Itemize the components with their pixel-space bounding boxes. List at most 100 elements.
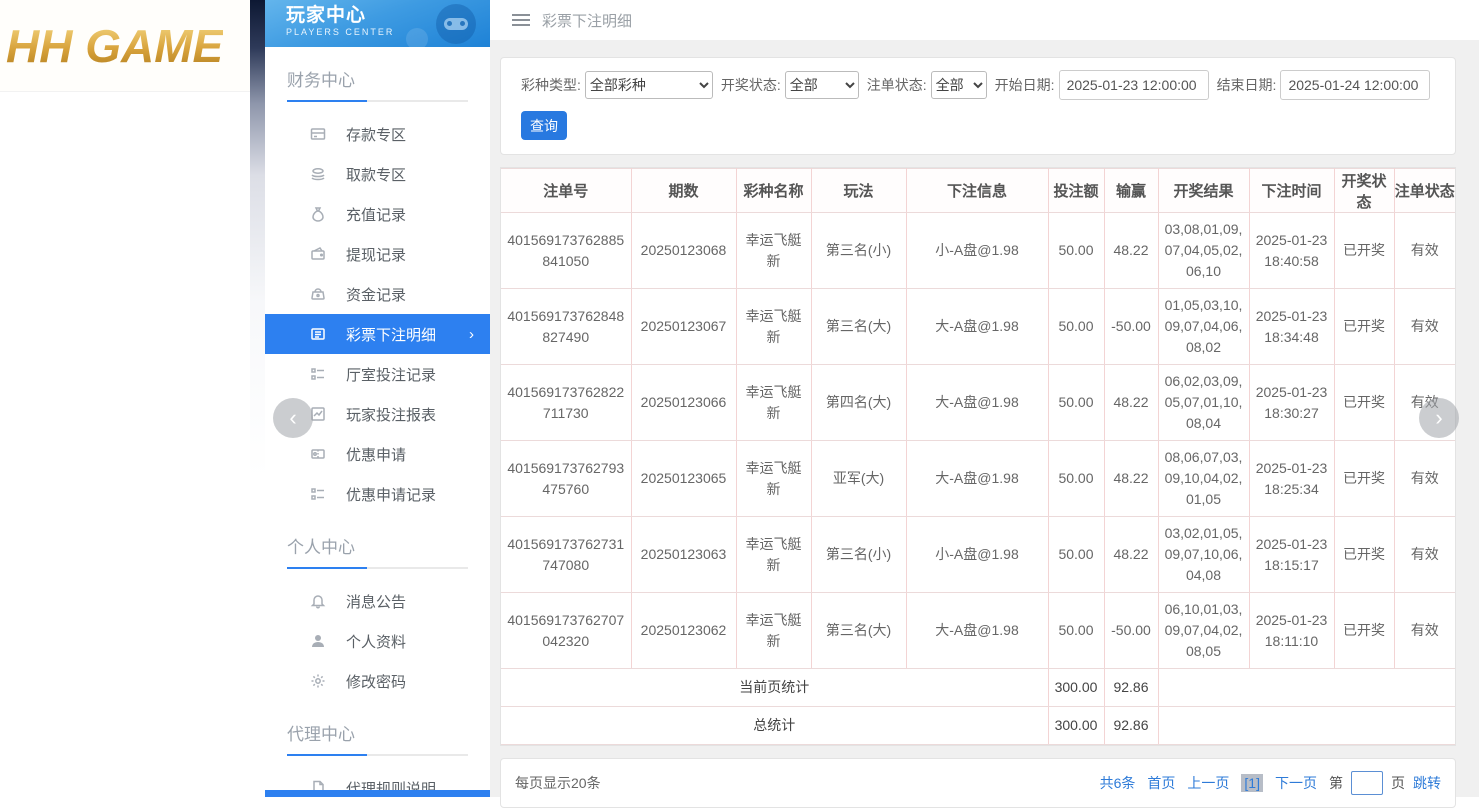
table-cell: 50.00	[1048, 517, 1104, 593]
table-cell: 20250123067	[631, 289, 736, 365]
table-cell: 03,08,01,09,07,04,05,02,06,10	[1158, 213, 1249, 289]
table-cell: 50.00	[1048, 593, 1104, 669]
section-personal-center: 个人中心	[287, 533, 468, 569]
bet-list-icon	[310, 326, 326, 342]
hamburger-menu-icon[interactable]	[512, 11, 530, 29]
lottery-type-select[interactable]: 全部彩种	[585, 71, 713, 99]
table-cell: 第三名(小)	[811, 517, 906, 593]
sidebar-item-hall-bet-records[interactable]: 厅室投注记录	[265, 354, 490, 394]
table-cell: 2025-01-23 18:34:48	[1249, 289, 1334, 365]
section-divider	[287, 100, 468, 102]
table-cell: 401569173762707042320	[501, 593, 631, 669]
table-cell: 48.22	[1104, 517, 1158, 593]
table-cell: 有效	[1394, 593, 1455, 669]
table-cell: 幸运飞艇新	[736, 517, 811, 593]
sidebar-item-change-password[interactable]: 修改密码	[265, 661, 490, 701]
table-cell: 大-A盘@1.98	[906, 289, 1048, 365]
table-cell: 08,06,07,03,09,10,04,02,01,05	[1158, 441, 1249, 517]
table-cell: 有效	[1394, 289, 1455, 365]
table-cell: 有效	[1394, 441, 1455, 517]
filter-panel: 彩种类型: 全部彩种 开奖状态: 全部 注单状态: 全部 开始日期: 结束日期:…	[500, 57, 1456, 155]
summary-winloss-total: 92.86	[1104, 707, 1158, 745]
section-agent-center: 代理中心	[287, 720, 468, 756]
table-cell: 已开奖	[1334, 365, 1394, 441]
page-jump-input[interactable]	[1351, 771, 1383, 795]
table-cell: 大-A盘@1.98	[906, 365, 1048, 441]
topbar: 彩票下注明细	[490, 0, 1479, 40]
moneybag-icon	[310, 206, 326, 222]
current-page-indicator: [1]	[1241, 774, 1263, 792]
summary-empty	[1158, 669, 1455, 707]
draw-status-select[interactable]: 全部	[785, 71, 859, 99]
main-content: 彩票下注明细 彩种类型: 全部彩种 开奖状态: 全部 注单状态: 全部 开始日期…	[490, 0, 1479, 797]
table-cell: 401569173762885841050	[501, 213, 631, 289]
sidebar-item-lottery-bet-details[interactable]: 彩票下注明细 ›	[265, 314, 490, 354]
withdraw-icon	[310, 166, 326, 182]
table-cell: 幸运飞艇新	[736, 593, 811, 669]
sidebar-item-label: 彩票下注明细	[346, 324, 436, 345]
col-header-play-type: 玩法	[811, 169, 906, 213]
sidebar-item-funds-records[interactable]: 资金记录	[265, 274, 490, 314]
table-cell: 幸运飞艇新	[736, 441, 811, 517]
wallet-icon	[310, 246, 326, 262]
summary-bet-total: 300.00	[1048, 707, 1104, 745]
sidebar-item-label: 消息公告	[346, 591, 406, 612]
collapse-left-arrow[interactable]: ‹	[273, 398, 313, 438]
table-cell: 50.00	[1048, 289, 1104, 365]
first-page-link[interactable]: 首页	[1147, 773, 1175, 793]
sidebar-item-label: 厅室投注记录	[346, 364, 436, 385]
table-cell: 已开奖	[1334, 517, 1394, 593]
table-cell: 20250123065	[631, 441, 736, 517]
expand-right-arrow[interactable]: ›	[1419, 398, 1459, 438]
table-cell: 50.00	[1048, 441, 1104, 517]
search-button[interactable]: 查询	[521, 111, 567, 140]
logo-panel: HH GAME	[0, 0, 250, 797]
table-row: 40156917376284882749020250123067幸运飞艇新第三名…	[501, 289, 1455, 365]
table-cell: 已开奖	[1334, 213, 1394, 289]
table-cell: 已开奖	[1334, 441, 1394, 517]
table-cell: 48.22	[1104, 365, 1158, 441]
checklist-icon	[310, 486, 326, 502]
summary-label: 总统计	[501, 707, 1048, 745]
table-cell: 401569173762793475760	[501, 441, 631, 517]
end-date-input[interactable]	[1280, 70, 1430, 100]
sidebar-item-withdraw-records[interactable]: 提现记录	[265, 234, 490, 274]
sidebar-item-recharge-records[interactable]: 充值记录	[265, 194, 490, 234]
section-label: 代理中心	[287, 720, 468, 745]
sidebar-item-withdraw-zone[interactable]: 取款专区	[265, 154, 490, 194]
sidebar-item-label: 个人资料	[346, 631, 406, 652]
jump-suffix-text: 页	[1391, 773, 1405, 793]
table-header-row: 注单号 期数 彩种名称 玩法 下注信息 投注额 输赢 开奖结果 下注时间 开奖状…	[501, 169, 1455, 213]
col-header-order-id: 注单号	[501, 169, 631, 213]
sidebar-item-promo-apply[interactable]: 优惠申请	[265, 434, 490, 474]
table-cell: 第三名(小)	[811, 213, 906, 289]
section-divider	[287, 754, 468, 756]
col-header-order-status: 注单状态	[1394, 169, 1455, 213]
next-page-link[interactable]: 下一页	[1275, 773, 1317, 793]
summary-winloss-total: 92.86	[1104, 669, 1158, 707]
col-header-draw-status: 开奖状态	[1334, 169, 1394, 213]
table-cell: 幸运飞艇新	[736, 213, 811, 289]
sidebar-item-message-announcements[interactable]: 消息公告	[265, 581, 490, 621]
table-cell: 48.22	[1104, 441, 1158, 517]
end-date-label: 结束日期:	[1217, 75, 1277, 95]
start-date-input[interactable]	[1059, 70, 1209, 100]
sidebar-item-promo-apply-records[interactable]: 优惠申请记录	[265, 474, 490, 514]
sidebar-item-deposit-zone[interactable]: 存款专区	[265, 114, 490, 154]
grand-total-summary-row: 总统计 300.00 92.86	[501, 707, 1455, 745]
table-cell: 亚军(大)	[811, 441, 906, 517]
order-status-select[interactable]: 全部	[931, 71, 987, 99]
current-page-summary-row: 当前页统计 300.00 92.86	[501, 669, 1455, 707]
sidebar-item-label: 修改密码	[346, 671, 406, 692]
draw-status-label: 开奖状态:	[721, 75, 781, 95]
section-finance-center: 财务中心	[287, 66, 468, 102]
table-row: 40156917376288584105020250123068幸运飞艇新第三名…	[501, 213, 1455, 289]
table-cell: 03,02,01,05,09,07,10,06,04,08	[1158, 517, 1249, 593]
sidebar-item-personal-profile[interactable]: 个人资料	[265, 621, 490, 661]
coupon-icon	[310, 446, 326, 462]
table-cell: 06,02,03,09,05,07,01,10,08,04	[1158, 365, 1249, 441]
prev-page-link[interactable]: 上一页	[1187, 773, 1229, 793]
jump-button[interactable]: 跳转	[1413, 773, 1441, 793]
purse-icon	[310, 286, 326, 302]
table-cell: 2025-01-23 18:15:17	[1249, 517, 1334, 593]
